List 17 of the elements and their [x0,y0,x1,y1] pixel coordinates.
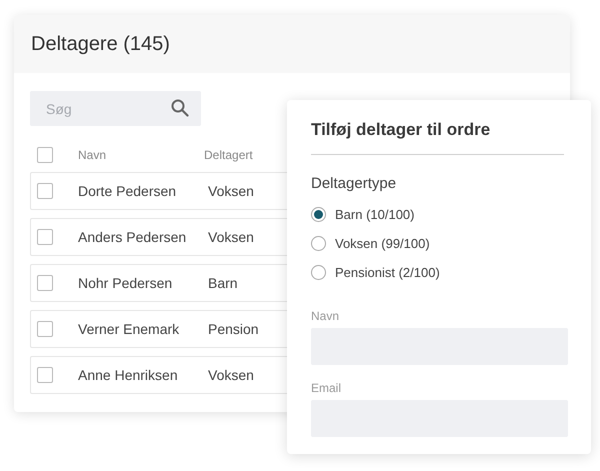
field-label: Navn [311,309,340,323]
table-cell-text: Dorte Pedersen [78,183,178,199]
card-title: Deltagere (145) [31,32,170,56]
field-label: Email [311,381,342,395]
table-cell-text: Verner Enemark [78,321,180,337]
table-cell: Barn [208,275,238,291]
table-cell: Pension [208,321,259,337]
table-cell-text: Anders Pedersen [78,229,188,245]
table-cell-text: Anne Henriksen [78,367,179,383]
table-cell: Voksen [208,183,254,199]
column-header: Navn [78,148,108,162]
column-header: Deltagert [204,148,253,162]
type-label: Deltagertype [311,175,398,192]
table-cell: Voksen [208,367,254,383]
table-cell-text: Nohr Pedersen [78,275,174,291]
dialog-title: Tilføj deltager til ordre [311,120,564,155]
table-cell: Voksen [208,229,254,245]
